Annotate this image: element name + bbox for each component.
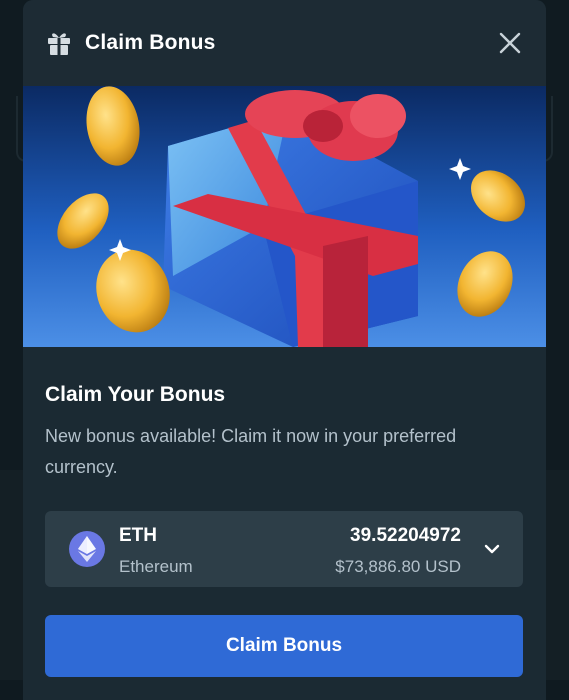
claim-bonus-modal: Claim Bonus (23, 0, 546, 700)
background-panel-left (0, 470, 24, 680)
modal-title: Claim Bonus (85, 31, 216, 55)
currency-amount: 39.52204972 (350, 525, 461, 547)
claim-heading: Claim Your Bonus (45, 383, 225, 407)
chevron-down-icon[interactable] (483, 540, 501, 558)
gift-icon (45, 29, 73, 57)
background-panel-right (545, 470, 569, 680)
currency-usd-value: $73,886.80 USD (335, 557, 461, 577)
ethereum-icon (69, 531, 105, 567)
currency-select[interactable]: ETH Ethereum 39.52204972 $73,886.80 USD (45, 511, 523, 587)
currency-name: Ethereum (119, 557, 193, 577)
close-icon[interactable] (498, 31, 522, 55)
modal-header: Claim Bonus (23, 0, 546, 86)
bonus-banner-image (23, 86, 546, 347)
currency-symbol: ETH (119, 525, 157, 547)
claim-description: New bonus available! Claim it now in you… (45, 421, 523, 483)
claim-bonus-button[interactable]: Claim Bonus (45, 615, 523, 677)
